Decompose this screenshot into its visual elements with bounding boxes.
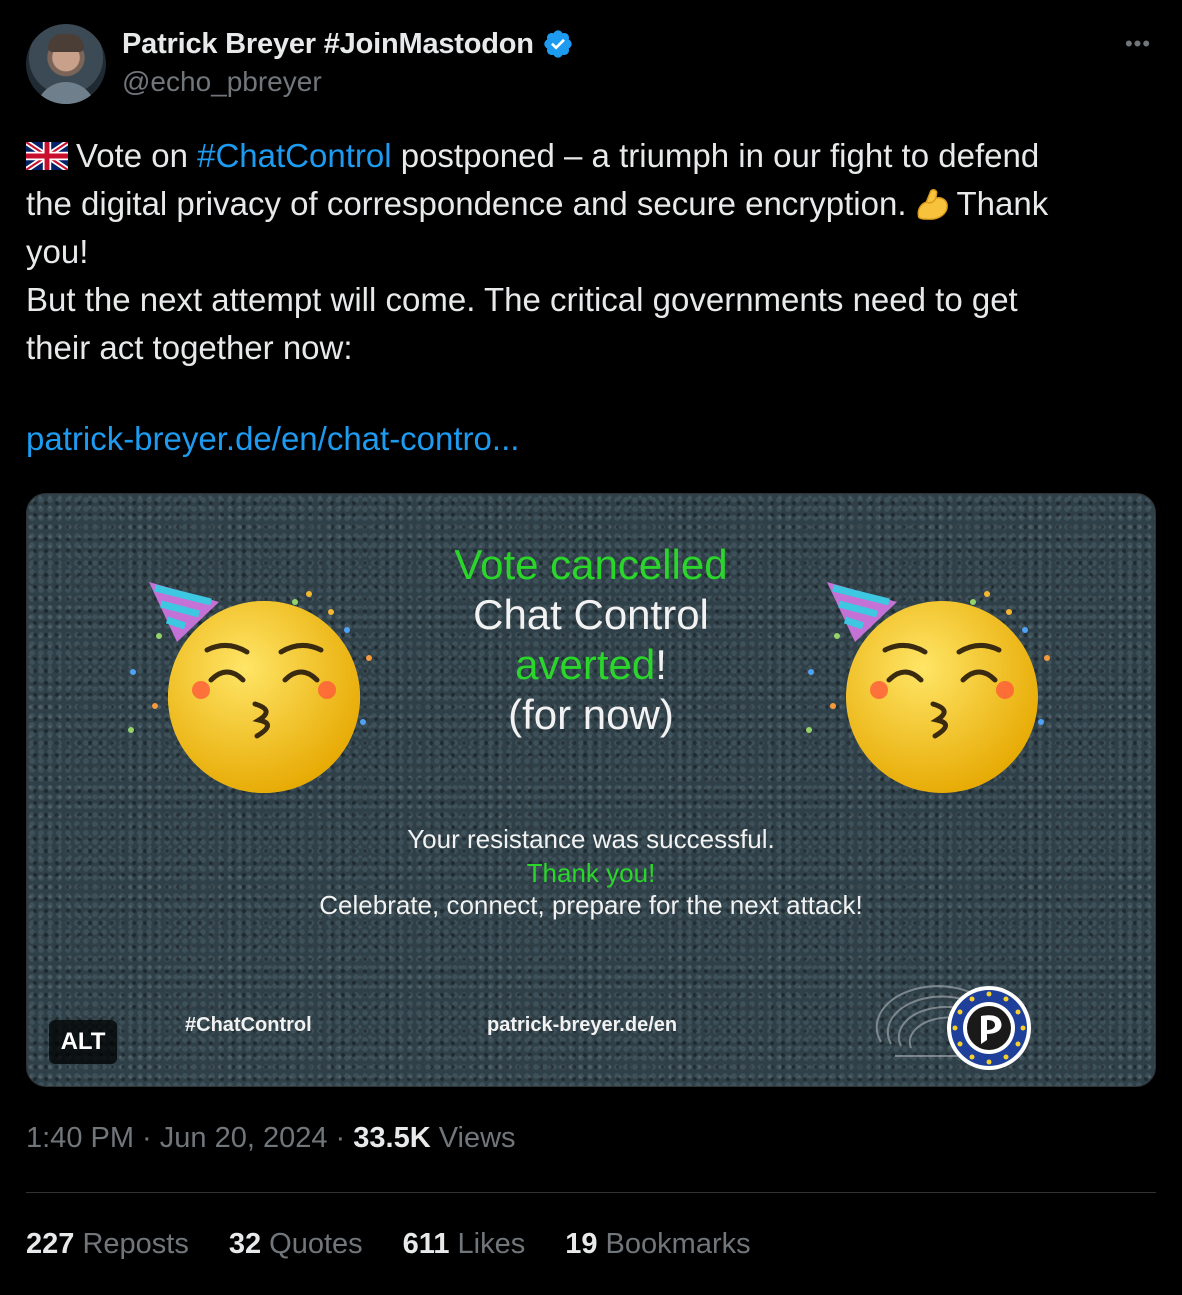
author-display-name[interactable]: Patrick Breyer #JoinMastodon — [122, 28, 534, 61]
meta-separator: · — [134, 1122, 160, 1154]
media-footer-site: patrick-breyer.de/en — [487, 1014, 678, 1036]
avatar-hair — [48, 34, 84, 52]
media-subtitle-thank-you: Thank you! — [526, 858, 656, 888]
tweet-line-1: Vote on #ChatControl postponed – a trium… — [26, 132, 1156, 180]
external-link[interactable]: patrick-breyer.de/en/chat-contro... — [26, 420, 519, 458]
verified-badge-icon — [544, 30, 572, 58]
media-averted-word: averted — [515, 641, 656, 688]
author-name-row: Patrick Breyer #JoinMastodon — [122, 26, 574, 62]
pirate-party-eu-logo-icon — [875, 985, 1031, 1070]
tweet-text-segment: the digital privacy of correspondence an… — [26, 185, 907, 222]
reposts-label: Reposts — [74, 1228, 189, 1260]
avatar[interactable] — [26, 24, 106, 104]
author-handle[interactable]: @echo_pbreyer — [122, 66, 322, 98]
likes-count: 611 — [402, 1228, 450, 1260]
reposts-count: 227 — [26, 1228, 75, 1260]
tweet-date[interactable]: Jun 20, 2024 — [160, 1122, 328, 1154]
tweet-text-segment: postponed – a triumph in our fight to de… — [391, 137, 1040, 174]
more-options-icon[interactable]: ••• — [1118, 30, 1158, 58]
views-count: 33.5K — [353, 1122, 431, 1154]
quotes-label: Quotes — [261, 1228, 363, 1260]
divider — [26, 1192, 1156, 1193]
views-label: Views — [430, 1122, 516, 1154]
tweet-text-segment: Thank — [956, 185, 1049, 222]
uk-flag-icon — [26, 142, 68, 170]
hashtag-link[interactable]: #ChatControl — [197, 137, 391, 174]
media-title-chat-control: Chat Control — [473, 591, 709, 638]
tweet-time[interactable]: 1:40 PM — [26, 1122, 134, 1154]
quotes-stat[interactable]: 32 Quotes — [229, 1228, 363, 1261]
flexed-biceps-icon — [917, 189, 948, 220]
media-subtitle-celebrate: Celebrate, connect, prepare for the next… — [319, 890, 863, 920]
tweet-line-4: But the next attempt will come. The crit… — [26, 281, 1018, 318]
tweet-line-2: the digital privacy of correspondence an… — [26, 180, 1156, 228]
tweet-line-5: their act together now: — [26, 329, 353, 366]
likes-stat[interactable]: 611 Likes — [403, 1228, 526, 1261]
media-footer-hashtag: #ChatControl — [185, 1014, 312, 1036]
engagement-stats: 227 Reposts 32 Quotes 611 Likes 19 Bookm… — [26, 1228, 751, 1261]
bookmarks-stat[interactable]: 19 Bookmarks — [565, 1228, 750, 1261]
media-title-for-now: (for now) — [508, 691, 674, 738]
tweet-meta: 1:40 PM · Jun 20, 2024 · 33.5K Views — [26, 1122, 516, 1155]
media-exclamation: ! — [655, 641, 667, 688]
meta-separator: · — [327, 1122, 354, 1154]
media-image[interactable]: Vote cancelled Chat Control averted! (fo… — [26, 493, 1156, 1087]
tweet-text: Vote on #ChatControl postponed – a trium… — [26, 132, 1156, 372]
media-title-vote-cancelled: Vote cancelled — [454, 541, 728, 588]
avatar-shirt — [36, 82, 96, 104]
likes-label: Likes — [449, 1228, 526, 1260]
tweet-line-3: you! — [26, 233, 89, 270]
quotes-count: 32 — [228, 1228, 262, 1260]
reposts-stat[interactable]: 227 Reposts — [26, 1228, 189, 1261]
bookmarks-count: 19 — [565, 1228, 598, 1260]
alt-text-button[interactable]: ALT — [49, 1020, 117, 1064]
bookmarks-label: Bookmarks — [597, 1228, 751, 1260]
tweet-text-segment: Vote on — [76, 137, 198, 174]
media-subtitle-resistance: Your resistance was successful. — [407, 824, 775, 854]
media-title-averted: averted! — [27, 640, 1155, 690]
